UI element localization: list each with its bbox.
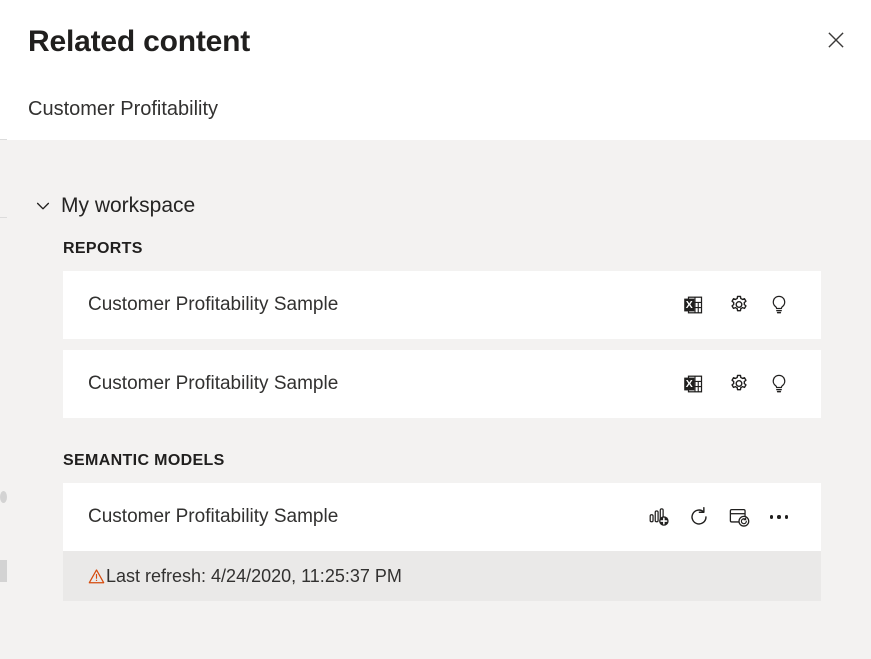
insights-button[interactable]: [759, 364, 799, 404]
report-actions: X: [673, 285, 799, 325]
insights-button[interactable]: [759, 285, 799, 325]
create-report-icon: [648, 506, 670, 528]
workspace-name: My workspace: [61, 192, 195, 220]
lightbulb-icon: [768, 373, 790, 395]
chevron-down-icon: [35, 198, 51, 214]
page-title: Related content: [28, 22, 250, 62]
background-divider: [0, 217, 7, 218]
list-item[interactable]: Customer Profitability Sample X: [63, 271, 821, 339]
warning-icon: [88, 568, 105, 585]
report-name: Customer Profitability Sample: [88, 373, 673, 395]
semantic-model-name: Customer Profitability Sample: [88, 506, 639, 528]
excel-icon: X: [682, 373, 704, 395]
background-white-band: [0, 0, 7, 140]
ellipsis-icon: [770, 515, 789, 519]
schedule-refresh-button[interactable]: [719, 497, 759, 537]
analyze-in-excel-button[interactable]: X: [673, 364, 713, 404]
schedule-refresh-icon: [728, 506, 750, 528]
close-icon: [826, 30, 846, 50]
panel-subtitle: Customer Profitability: [28, 95, 218, 123]
panel-header: Related content Customer Profitability: [7, 0, 871, 140]
create-report-button[interactable]: [639, 497, 679, 537]
workspace-group-toggle[interactable]: My workspace: [35, 192, 235, 220]
reports-list: Customer Profitability Sample X: [63, 271, 821, 418]
semantic-model-actions: [639, 497, 799, 537]
refresh-now-button[interactable]: [679, 497, 719, 537]
panel-body: My workspace REPORTS Customer Profitabil…: [7, 140, 871, 659]
settings-button[interactable]: [719, 285, 759, 325]
gear-icon: [728, 373, 750, 395]
semantic-models-list: Customer Profitability Sample: [63, 483, 821, 601]
report-name: Customer Profitability Sample: [88, 294, 673, 316]
list-item[interactable]: Customer Profitability Sample: [63, 483, 821, 551]
background-divider: [0, 139, 7, 140]
analyze-in-excel-button[interactable]: X: [673, 285, 713, 325]
last-refresh-text: Last refresh: 4/24/2020, 11:25:37 PM: [106, 566, 402, 587]
svg-text:X: X: [686, 378, 693, 390]
report-actions: X: [673, 364, 799, 404]
last-refresh-status: Last refresh: 4/24/2020, 11:25:37 PM: [63, 551, 821, 601]
section-title-semantic-models: SEMANTIC MODELS: [63, 452, 871, 470]
background-chip: [0, 560, 7, 582]
excel-icon: X: [682, 294, 704, 316]
background-chip: [0, 491, 7, 503]
svg-text:X: X: [686, 299, 693, 311]
section-title-reports: REPORTS: [63, 240, 871, 258]
background-page-sliver: [0, 0, 7, 659]
gear-icon: [728, 294, 750, 316]
close-button[interactable]: [818, 22, 854, 58]
more-options-button[interactable]: [759, 497, 799, 537]
refresh-icon: [688, 506, 710, 528]
list-item[interactable]: Customer Profitability Sample X: [63, 350, 821, 418]
lightbulb-icon: [768, 294, 790, 316]
settings-button[interactable]: [719, 364, 759, 404]
related-content-panel: Related content Customer Profitability M…: [7, 0, 871, 659]
